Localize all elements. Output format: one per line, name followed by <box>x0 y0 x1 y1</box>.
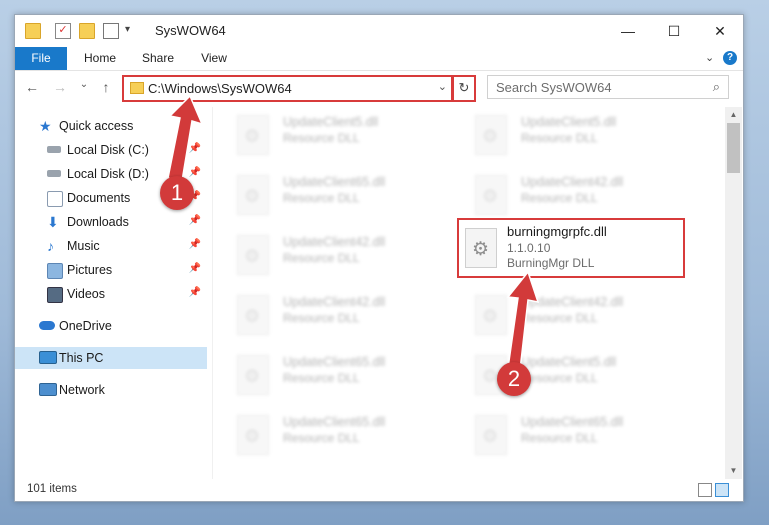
step-badge-1: 1 <box>160 176 194 210</box>
arrow-1 <box>167 94 204 182</box>
arrow-2 <box>506 270 540 371</box>
annotation-arrows <box>167 94 540 371</box>
step-badge-2: 2 <box>497 362 531 396</box>
